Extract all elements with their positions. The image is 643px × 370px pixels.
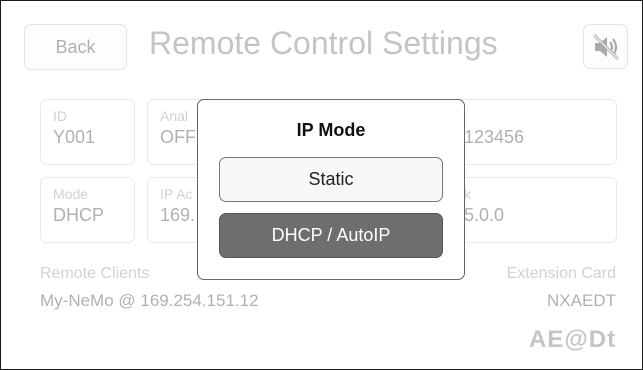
id-value: Y001 — [53, 127, 96, 147]
dhcp-autoip-option-button[interactable]: DHCP / AutoIP — [219, 213, 443, 258]
aedt-logo: AE@Dt — [529, 326, 617, 353]
ip-mode-dialog: IP Mode Static DHCP / AutoIP — [197, 99, 465, 280]
mode-label: Mode — [53, 186, 89, 202]
serial-field[interactable]: 123456 — [441, 99, 617, 165]
subnet-mask-value: 5.0.0 — [464, 205, 505, 225]
serial-value: 123456 — [464, 127, 525, 147]
mode-field[interactable]: Mode DHCP — [40, 177, 135, 243]
dialog-title: IP Mode — [296, 120, 366, 140]
mode-value: DHCP — [53, 205, 105, 225]
extension-card-label: Extension Card — [506, 265, 616, 282]
subnet-mask-label: k — [464, 186, 471, 202]
back-button[interactable]: Back — [24, 24, 127, 70]
speaker-muted-icon — [592, 33, 619, 60]
device-screen: Back Remote Control Settings ID Y001 Ana… — [0, 0, 643, 370]
static-option-button[interactable]: Static — [219, 157, 443, 202]
id-field[interactable]: ID Y001 — [40, 99, 135, 165]
mute-button[interactable] — [583, 24, 628, 69]
page-title: Remote Control Settings — [149, 25, 498, 61]
extension-card-value: NXAEDT — [547, 291, 616, 310]
remote-clients-label: Remote Clients — [40, 265, 150, 282]
subnet-mask-field[interactable]: k 5.0.0 — [441, 177, 617, 243]
id-label: ID — [53, 108, 67, 124]
remote-clients-value: My-NeMo @ 169.254.151.12 — [40, 291, 259, 310]
